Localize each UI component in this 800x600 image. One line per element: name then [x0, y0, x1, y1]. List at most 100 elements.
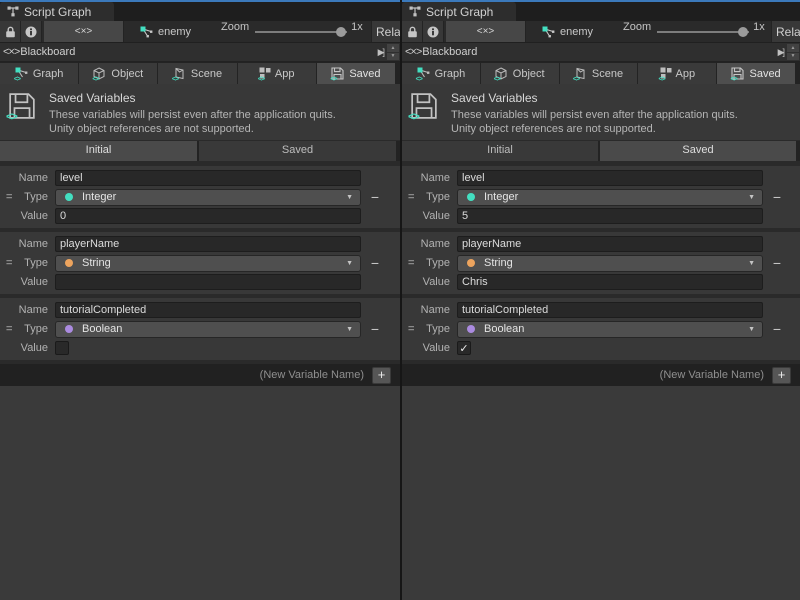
variable-value-input[interactable] — [55, 274, 361, 290]
tab-app[interactable]: <> App — [238, 63, 316, 84]
dock-icon[interactable]: ▶] — [778, 47, 783, 58]
tab-saved[interactable]: <> Saved — [717, 63, 795, 84]
variable-name-input[interactable] — [457, 170, 763, 186]
info-icon — [25, 26, 37, 38]
variable-value-input[interactable] — [457, 274, 763, 290]
code-view-toggle[interactable]: <×> — [44, 21, 124, 42]
code-view-toggle[interactable]: <×> — [446, 21, 526, 42]
saved-variables-info: <> Saved Variables These variables will … — [0, 84, 400, 141]
zoom-slider-handle[interactable] — [336, 27, 346, 37]
scroll-down-icon[interactable]: ▼ — [387, 53, 399, 61]
script-graph-icon — [7, 6, 19, 17]
tab-label: Object — [513, 68, 545, 80]
scroll-up-icon[interactable]: ▲ — [787, 44, 799, 52]
graph-breadcrumb[interactable]: enemy — [140, 21, 191, 42]
variable-name-input[interactable] — [55, 302, 361, 318]
zoom-slider-track[interactable] — [255, 31, 347, 33]
info-title: Saved Variables — [49, 91, 336, 105]
new-variable-input[interactable] — [402, 365, 769, 385]
relations-button[interactable]: Rela — [371, 21, 400, 42]
variable-name-input[interactable] — [457, 236, 763, 252]
tab-script-graph[interactable]: Script Graph — [402, 2, 516, 21]
lock-button[interactable] — [402, 21, 423, 42]
type-dropdown[interactable]: Integer ▼ — [55, 189, 361, 206]
floppy-icon: <> — [8, 92, 36, 120]
new-variable-input[interactable] — [0, 365, 369, 385]
variable-row-level: = Name Type Integer ▼ − Value — [0, 166, 400, 228]
info-description-2: Unity object references are not supporte… — [49, 122, 336, 136]
add-variable-button[interactable]: + — [772, 367, 791, 384]
variable-name-input[interactable] — [457, 302, 763, 318]
add-variable-button[interactable]: + — [372, 367, 391, 384]
tab-script-graph[interactable]: Script Graph — [0, 2, 114, 21]
type-dropdown[interactable]: Boolean ▼ — [55, 321, 361, 338]
tab-scene[interactable]: <> Scene — [560, 63, 638, 84]
tab-initial[interactable]: Initial — [402, 141, 598, 161]
type-dropdown[interactable]: String ▼ — [55, 255, 361, 272]
type-dropdown[interactable]: Integer ▼ — [457, 189, 763, 206]
info-button[interactable] — [423, 21, 444, 42]
type-dropdown[interactable]: String ▼ — [457, 255, 763, 272]
code-badge-icon: <> — [14, 76, 20, 83]
tab-saved-state[interactable]: Saved — [600, 141, 796, 161]
drag-handle-icon[interactable]: = — [408, 323, 414, 335]
scroll-down-icon[interactable]: ▼ — [787, 53, 799, 61]
zoom-slider-handle[interactable] — [738, 27, 748, 37]
info-button[interactable] — [21, 21, 42, 42]
relations-label: Rela — [376, 25, 400, 39]
lock-button[interactable] — [0, 21, 21, 42]
lock-icon — [5, 26, 16, 38]
tab-app[interactable]: <> App — [638, 63, 716, 84]
remove-variable-button[interactable]: − — [361, 321, 389, 337]
tab-graph[interactable]: <> Graph — [402, 63, 480, 84]
value-checkbox[interactable] — [55, 341, 69, 355]
graph-icon — [542, 26, 555, 38]
drag-handle-icon[interactable]: = — [6, 257, 12, 269]
tab-scene[interactable]: <> Scene — [158, 63, 236, 84]
tab-saved[interactable]: <> Saved — [317, 63, 395, 84]
code-icon: <×> — [477, 26, 495, 37]
drag-handle-icon[interactable]: = — [408, 191, 414, 203]
tab-label: Saved — [349, 68, 380, 80]
drag-handle-icon[interactable]: = — [6, 323, 12, 335]
tab-graph[interactable]: <> Graph — [0, 63, 78, 84]
relations-button[interactable]: Rela — [771, 21, 800, 42]
value-label: Value — [402, 276, 457, 288]
zoom-slider[interactable] — [657, 21, 749, 42]
scrollbar[interactable]: ▲ ▼ — [386, 43, 400, 61]
graph-breadcrumb[interactable]: enemy — [542, 21, 593, 42]
code-badge-icon: <> — [172, 76, 178, 83]
scrollbar[interactable]: ▲ ▼ — [786, 43, 800, 61]
graph-toolbar: <×> enemy Zoom 1x Rela — [0, 21, 400, 43]
drag-handle-icon[interactable]: = — [6, 191, 12, 203]
type-dropdown[interactable]: Boolean ▼ — [457, 321, 763, 338]
variable-name-input[interactable] — [55, 170, 361, 186]
scroll-up-icon[interactable]: ▲ — [387, 44, 399, 52]
remove-variable-button[interactable]: − — [763, 189, 791, 205]
type-value: Boolean — [82, 323, 122, 335]
zoom-slider[interactable] — [255, 21, 347, 42]
floppy-icon: <> — [331, 67, 345, 80]
value-checkbox[interactable]: ✓ — [457, 341, 471, 355]
tab-well: Script Graph — [0, 0, 400, 21]
integer-type-icon — [65, 193, 73, 201]
variable-value-input[interactable] — [55, 208, 361, 224]
chevron-down-icon: ▼ — [748, 326, 755, 333]
zoom-slider-track[interactable] — [657, 31, 749, 33]
type-value: String — [484, 257, 513, 269]
variable-value-input[interactable] — [457, 208, 763, 224]
tab-initial[interactable]: Initial — [0, 141, 197, 161]
variable-name-input[interactable] — [55, 236, 361, 252]
tab-title: Script Graph — [24, 5, 91, 19]
remove-variable-button[interactable]: − — [763, 321, 791, 337]
script-graph-panel-left: Script Graph <×> enemy Zoom 1x Rela <×> — [0, 0, 400, 600]
tab-saved-state[interactable]: Saved — [199, 141, 396, 161]
remove-variable-button[interactable]: − — [361, 255, 389, 271]
tab-object[interactable]: <> Object — [481, 63, 559, 84]
remove-variable-button[interactable]: − — [763, 255, 791, 271]
tab-object[interactable]: <> Object — [79, 63, 157, 84]
dock-icon[interactable]: ▶] — [378, 47, 383, 58]
check-icon: ✓ — [459, 342, 468, 355]
remove-variable-button[interactable]: − — [361, 189, 389, 205]
drag-handle-icon[interactable]: = — [408, 257, 414, 269]
